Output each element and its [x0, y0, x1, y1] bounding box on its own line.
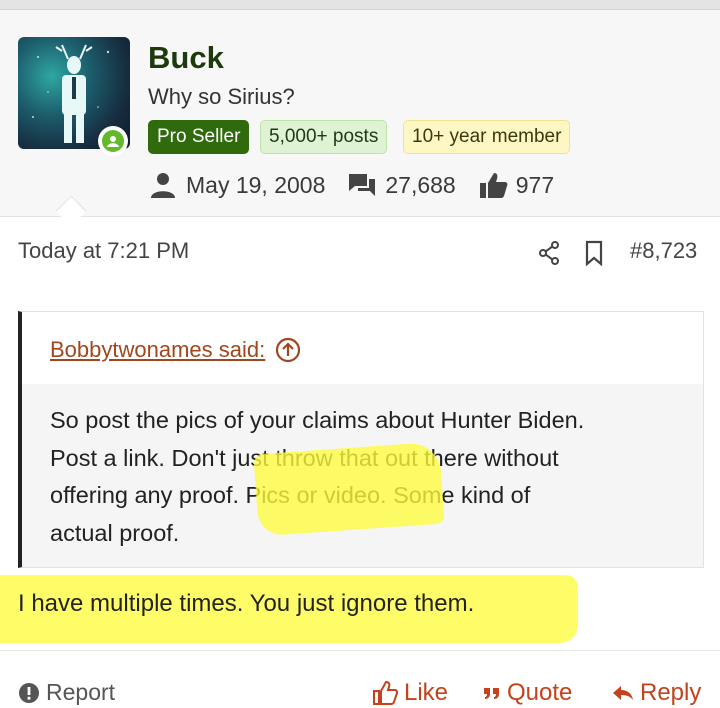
arrow-up-circle-icon[interactable]	[275, 337, 301, 363]
report-button[interactable]: Report	[18, 679, 115, 706]
share-icon[interactable]	[538, 241, 560, 270]
like-button[interactable]: Like	[372, 679, 448, 707]
user-title: Why so Sirius?	[148, 84, 295, 109]
post-timestamp[interactable]: Today at 7:21 PM	[18, 238, 189, 264]
like-icon	[372, 680, 398, 706]
user-icon	[148, 172, 178, 198]
bookmark-icon[interactable]	[584, 240, 604, 271]
badge-posts: 5,000+ posts	[260, 120, 388, 154]
quote-line: So post the pics of your claims about Hu…	[50, 407, 585, 433]
messages-icon	[347, 172, 377, 198]
quote-label: Quote	[507, 679, 573, 706]
quote-author-label: Bobbytwonames said:	[50, 337, 266, 362]
joined-date: May 19, 2008	[186, 171, 326, 198]
reply-icon	[612, 684, 634, 702]
report-label: Report	[46, 679, 116, 705]
username[interactable]: Buck	[148, 40, 224, 76]
thumbs-up-icon	[478, 171, 508, 199]
quote-icon	[483, 685, 501, 701]
message-count: 27,688	[385, 171, 456, 198]
badge-pro-seller: Pro Seller	[148, 120, 250, 154]
quote-block: Bobbytwonames said: So post the pics of …	[18, 311, 704, 568]
top-bar	[0, 0, 720, 10]
highlighter-mark	[253, 441, 445, 537]
quote-header: Bobbytwonames said:	[22, 312, 703, 384]
user-card: Buck Why so Sirius? Pro Seller 5,000+ po…	[0, 10, 720, 217]
online-status-icon	[98, 126, 128, 156]
like-label: Like	[404, 679, 449, 706]
badge-year-member: 10+ year member	[403, 120, 571, 154]
post-number[interactable]: #8,723	[630, 238, 697, 264]
alert-icon	[18, 682, 40, 704]
reply-label: Reply	[640, 679, 702, 706]
reaction-score: 977	[515, 171, 555, 198]
post-body: I have multiple times. You just ignore t…	[18, 590, 475, 617]
reply-button[interactable]: Reply	[612, 679, 701, 707]
post-actions: Report Like Quote Reply	[0, 650, 720, 708]
quote-author-link[interactable]: Bobbytwonames said:	[50, 337, 301, 363]
user-stats: May 19, 2008 27,688 977	[148, 168, 576, 202]
quote-button[interactable]: Quote	[483, 679, 572, 707]
